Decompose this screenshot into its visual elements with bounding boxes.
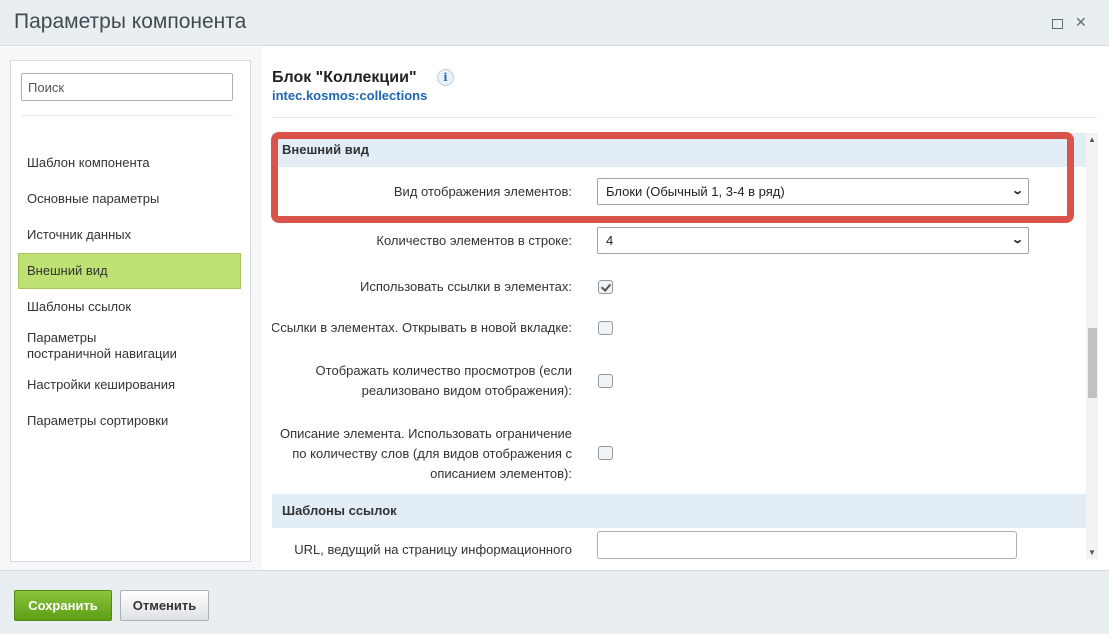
chevron-down-icon: ⌄ bbox=[1010, 234, 1024, 246]
cancel-button[interactable]: Отменить bbox=[120, 590, 209, 621]
sidebar-item-pagination[interactable]: Параметры постраничной навигации bbox=[19, 325, 241, 367]
field-label-line: по количеству слов (для видов отображени… bbox=[292, 446, 572, 461]
sidebar-item-label: Параметры постраничной навигации bbox=[27, 330, 177, 361]
field-label-line: Описание элемента. Использовать ограниче… bbox=[279, 426, 572, 441]
elements-per-row-select[interactable]: 4 ⌄ bbox=[597, 227, 1029, 254]
params-form: Внешний вид Вид отображения элементов: Б… bbox=[272, 133, 1086, 559]
sidebar-divider bbox=[21, 115, 233, 116]
display-mode-value: Блоки (Обычный 1, 3-4 в ряд) bbox=[606, 184, 785, 199]
window-title: Параметры компонента bbox=[14, 10, 247, 33]
sidebar-item-appearance[interactable]: Внешний вид bbox=[18, 253, 241, 289]
sidebar-item-label: Внешний вид bbox=[27, 263, 108, 278]
scrollbar[interactable]: ▲ ▼ bbox=[1086, 133, 1098, 559]
save-button[interactable]: Сохранить bbox=[14, 590, 112, 621]
info-url-input[interactable] bbox=[597, 531, 1017, 559]
component-title: Блок "Коллекции" bbox=[272, 69, 417, 86]
content-panel: Блок "Коллекции" i intec.kosmos:collecti… bbox=[262, 47, 1109, 570]
dialog-footer: Сохранить Отменить bbox=[0, 570, 1109, 634]
field-label-line: реализовано видом отображения): bbox=[361, 383, 572, 398]
close-icon[interactable]: ✕ bbox=[1075, 15, 1087, 29]
sidebar-nav: Шаблон компонента Основные параметры Ист… bbox=[18, 145, 241, 439]
sidebar-item-label: Шаблон компонента bbox=[27, 155, 150, 170]
field-label-show-views: Отображать количество просмотров (если р… bbox=[272, 361, 572, 401]
sidebar-item-data-source[interactable]: Источник данных bbox=[19, 217, 241, 253]
chevron-down-icon: ⌄ bbox=[1010, 185, 1024, 197]
sidebar-item-link-templates[interactable]: Шаблоны ссылок bbox=[19, 289, 241, 325]
window-titlebar: Параметры компонента ✕ bbox=[0, 0, 1109, 46]
field-label-open-new-tab: Ссылки в элементах. Открывать в новой вк… bbox=[272, 320, 572, 335]
component-code: intec.kosmos:collections bbox=[272, 88, 428, 103]
main-area: Шаблон компонента Основные параметры Ист… bbox=[0, 47, 1109, 570]
sidebar-item-sorting[interactable]: Параметры сортировки bbox=[19, 403, 241, 439]
field-label-elements-per-row: Количество элементов в строке: bbox=[376, 233, 572, 248]
field-label-line: Отображать количество просмотров (если bbox=[315, 363, 572, 378]
sidebar-item-label: Источник данных bbox=[27, 227, 132, 242]
sidebar: Шаблон компонента Основные параметры Ист… bbox=[10, 60, 251, 562]
scroll-up-icon[interactable]: ▲ bbox=[1088, 135, 1096, 144]
field-label-info-url: URL, ведущий на страницу информационного bbox=[294, 542, 572, 557]
scroll-down-icon[interactable]: ▼ bbox=[1088, 548, 1096, 557]
section-header-appearance: Внешний вид bbox=[272, 133, 1086, 167]
sidebar-item-main-params[interactable]: Основные параметры bbox=[19, 181, 241, 217]
sidebar-item-label: Параметры сортировки bbox=[27, 413, 169, 428]
sidebar-item-label: Основные параметры bbox=[27, 191, 160, 206]
section-header-link-templates: Шаблоны ссылок bbox=[272, 494, 1086, 528]
component-header: Блок "Коллекции" i intec.kosmos:collecti… bbox=[272, 69, 454, 103]
field-label-use-links: Использовать ссылки в элементах: bbox=[360, 279, 572, 294]
field-label-description-limit: Описание элемента. Использовать ограниче… bbox=[272, 424, 572, 484]
field-label-display-mode: Вид отображения элементов: bbox=[393, 184, 572, 199]
description-limit-checkbox[interactable] bbox=[598, 446, 613, 460]
scroll-thumb[interactable] bbox=[1088, 328, 1097, 398]
maximize-icon[interactable] bbox=[1052, 16, 1063, 29]
show-views-checkbox[interactable] bbox=[598, 374, 613, 388]
header-divider bbox=[272, 117, 1097, 118]
search-input[interactable] bbox=[21, 73, 233, 101]
sidebar-item-component-template[interactable]: Шаблон компонента bbox=[19, 145, 241, 181]
display-mode-select[interactable]: Блоки (Обычный 1, 3-4 в ряд) ⌄ bbox=[597, 178, 1029, 205]
field-label-line: описанием элементов): bbox=[430, 466, 572, 481]
use-links-checkbox[interactable] bbox=[598, 280, 613, 294]
sidebar-item-label: Настройки кеширования bbox=[27, 377, 176, 392]
sidebar-item-label: Шаблоны ссылок bbox=[27, 299, 132, 314]
open-new-tab-checkbox[interactable] bbox=[598, 321, 613, 335]
info-icon[interactable]: i bbox=[436, 69, 454, 86]
sidebar-item-caching[interactable]: Настройки кеширования bbox=[19, 367, 241, 403]
elements-per-row-value: 4 bbox=[606, 233, 614, 248]
